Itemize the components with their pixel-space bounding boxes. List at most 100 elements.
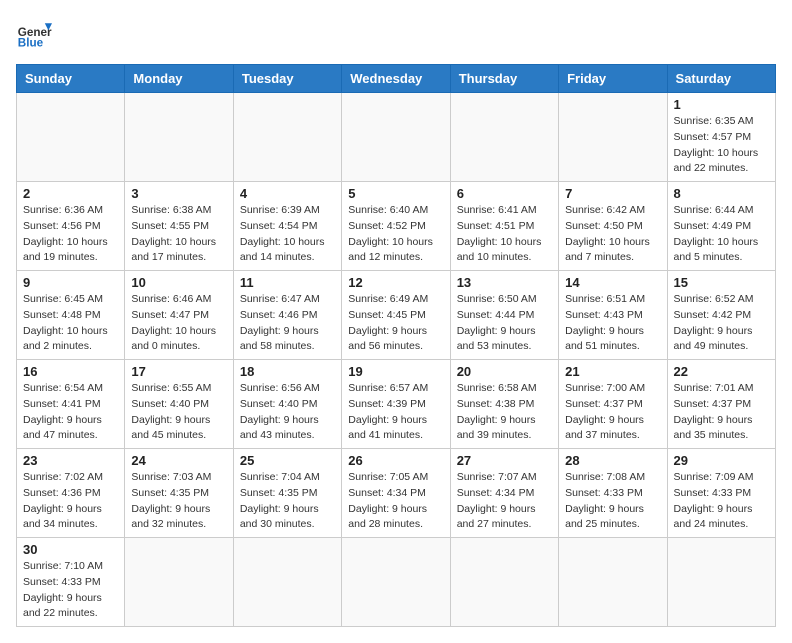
day-info: Sunrise: 6:42 AM Sunset: 4:50 PM Dayligh… (565, 203, 660, 266)
day-number: 13 (457, 275, 552, 290)
calendar-week-row: 1Sunrise: 6:35 AM Sunset: 4:57 PM Daylig… (17, 93, 776, 182)
logo: General Blue (16, 16, 52, 52)
calendar-day-cell: 21Sunrise: 7:00 AM Sunset: 4:37 PM Dayli… (559, 360, 667, 449)
day-number: 11 (240, 275, 335, 290)
day-info: Sunrise: 7:10 AM Sunset: 4:33 PM Dayligh… (23, 559, 118, 622)
calendar-header-row: SundayMondayTuesdayWednesdayThursdayFrid… (17, 65, 776, 93)
day-info: Sunrise: 6:51 AM Sunset: 4:43 PM Dayligh… (565, 292, 660, 355)
day-number: 19 (348, 364, 443, 379)
logo-icon: General Blue (16, 16, 52, 52)
calendar-day-cell: 1Sunrise: 6:35 AM Sunset: 4:57 PM Daylig… (667, 93, 775, 182)
day-number: 20 (457, 364, 552, 379)
day-number: 2 (23, 186, 118, 201)
day-number: 27 (457, 453, 552, 468)
day-number: 4 (240, 186, 335, 201)
day-info: Sunrise: 6:44 AM Sunset: 4:49 PM Dayligh… (674, 203, 769, 266)
day-info: Sunrise: 7:08 AM Sunset: 4:33 PM Dayligh… (565, 470, 660, 533)
calendar-day-cell: 4 Sunrise: 6:39 AM Sunset: 4:54 PM Daylig… (233, 182, 341, 271)
day-number: 8 (674, 186, 769, 201)
day-info: Sunrise: 6:54 AM Sunset: 4:41 PM Dayligh… (23, 381, 118, 444)
day-info: Sunrise: 7:01 AM Sunset: 4:37 PM Dayligh… (674, 381, 769, 444)
day-of-week-header: Monday (125, 65, 233, 93)
day-info: Sunrise: 6:35 AM Sunset: 4:57 PM Dayligh… (674, 114, 769, 177)
calendar-day-cell: 27Sunrise: 7:07 AM Sunset: 4:34 PM Dayli… (450, 449, 558, 538)
calendar-day-cell (450, 538, 558, 627)
day-number: 30 (23, 542, 118, 557)
day-info: Sunrise: 6:56 AM Sunset: 4:40 PM Dayligh… (240, 381, 335, 444)
calendar-day-cell: 14 Sunrise: 6:51 AM Sunset: 4:43 PM Dayli… (559, 271, 667, 360)
day-number: 29 (674, 453, 769, 468)
calendar-day-cell: 30 Sunrise: 7:10 AM Sunset: 4:33 PM Dayli… (17, 538, 125, 627)
day-of-week-header: Saturday (667, 65, 775, 93)
day-info: Sunrise: 6:50 AM Sunset: 4:44 PM Dayligh… (457, 292, 552, 355)
day-number: 15 (674, 275, 769, 290)
calendar-day-cell: 8 Sunrise: 6:44 AM Sunset: 4:49 PM Daylig… (667, 182, 775, 271)
calendar-week-row: 16Sunrise: 6:54 AM Sunset: 4:41 PM Dayli… (17, 360, 776, 449)
calendar-day-cell: 5Sunrise: 6:40 AM Sunset: 4:52 PM Daylig… (342, 182, 450, 271)
calendar-day-cell: 22 Sunrise: 7:01 AM Sunset: 4:37 PM Dayli… (667, 360, 775, 449)
calendar-day-cell: 11 Sunrise: 6:47 AM Sunset: 4:46 PM Dayli… (233, 271, 341, 360)
calendar-day-cell: 10Sunrise: 6:46 AM Sunset: 4:47 PM Dayli… (125, 271, 233, 360)
day-info: Sunrise: 6:57 AM Sunset: 4:39 PM Dayligh… (348, 381, 443, 444)
day-info: Sunrise: 6:58 AM Sunset: 4:38 PM Dayligh… (457, 381, 552, 444)
day-info: Sunrise: 7:03 AM Sunset: 4:35 PM Dayligh… (131, 470, 226, 533)
day-info: Sunrise: 6:47 AM Sunset: 4:46 PM Dayligh… (240, 292, 335, 355)
calendar-day-cell (559, 93, 667, 182)
calendar-day-cell (342, 538, 450, 627)
calendar-day-cell (233, 93, 341, 182)
day-number: 17 (131, 364, 226, 379)
day-number: 14 (565, 275, 660, 290)
day-info: Sunrise: 7:00 AM Sunset: 4:37 PM Dayligh… (565, 381, 660, 444)
calendar-day-cell (125, 93, 233, 182)
calendar-week-row: 2 Sunrise: 6:36 AM Sunset: 4:56 PM Daylig… (17, 182, 776, 271)
day-number: 5 (348, 186, 443, 201)
calendar-day-cell (233, 538, 341, 627)
day-info: Sunrise: 6:39 AM Sunset: 4:54 PM Dayligh… (240, 203, 335, 266)
day-info: Sunrise: 7:04 AM Sunset: 4:35 PM Dayligh… (240, 470, 335, 533)
svg-text:Blue: Blue (18, 37, 44, 50)
calendar-week-row: 23Sunrise: 7:02 AM Sunset: 4:36 PM Dayli… (17, 449, 776, 538)
day-of-week-header: Sunday (17, 65, 125, 93)
calendar-day-cell: 17 Sunrise: 6:55 AM Sunset: 4:40 PM Dayli… (125, 360, 233, 449)
calendar-day-cell (125, 538, 233, 627)
day-of-week-header: Tuesday (233, 65, 341, 93)
calendar-day-cell: 9Sunrise: 6:45 AM Sunset: 4:48 PM Daylig… (17, 271, 125, 360)
calendar-day-cell: 20 Sunrise: 6:58 AM Sunset: 4:38 PM Dayli… (450, 360, 558, 449)
day-info: Sunrise: 6:41 AM Sunset: 4:51 PM Dayligh… (457, 203, 552, 266)
calendar-day-cell: 29Sunrise: 7:09 AM Sunset: 4:33 PM Dayli… (667, 449, 775, 538)
day-number: 10 (131, 275, 226, 290)
day-number: 6 (457, 186, 552, 201)
day-info: Sunrise: 7:02 AM Sunset: 4:36 PM Dayligh… (23, 470, 118, 533)
day-info: Sunrise: 6:36 AM Sunset: 4:56 PM Dayligh… (23, 203, 118, 266)
calendar-day-cell (342, 93, 450, 182)
day-of-week-header: Friday (559, 65, 667, 93)
calendar-week-row: 9Sunrise: 6:45 AM Sunset: 4:48 PM Daylig… (17, 271, 776, 360)
calendar-day-cell: 7Sunrise: 6:42 AM Sunset: 4:50 PM Daylig… (559, 182, 667, 271)
calendar-day-cell: 19 Sunrise: 6:57 AM Sunset: 4:39 PM Dayli… (342, 360, 450, 449)
calendar-day-cell: 16Sunrise: 6:54 AM Sunset: 4:41 PM Dayli… (17, 360, 125, 449)
calendar-day-cell: 24 Sunrise: 7:03 AM Sunset: 4:35 PM Dayli… (125, 449, 233, 538)
calendar-day-cell: 2 Sunrise: 6:36 AM Sunset: 4:56 PM Daylig… (17, 182, 125, 271)
calendar-week-row: 30 Sunrise: 7:10 AM Sunset: 4:33 PM Dayli… (17, 538, 776, 627)
day-number: 26 (348, 453, 443, 468)
calendar-day-cell: 25 Sunrise: 7:04 AM Sunset: 4:35 PM Dayli… (233, 449, 341, 538)
day-number: 25 (240, 453, 335, 468)
day-number: 18 (240, 364, 335, 379)
day-number: 24 (131, 453, 226, 468)
day-number: 28 (565, 453, 660, 468)
day-info: Sunrise: 6:55 AM Sunset: 4:40 PM Dayligh… (131, 381, 226, 444)
calendar-day-cell: 3Sunrise: 6:38 AM Sunset: 4:55 PM Daylig… (125, 182, 233, 271)
calendar-table: SundayMondayTuesdayWednesdayThursdayFrid… (16, 64, 776, 627)
day-number: 22 (674, 364, 769, 379)
calendar-day-cell: 6 Sunrise: 6:41 AM Sunset: 4:51 PM Daylig… (450, 182, 558, 271)
calendar-day-cell (17, 93, 125, 182)
calendar-day-cell: 26 Sunrise: 7:05 AM Sunset: 4:34 PM Dayli… (342, 449, 450, 538)
day-of-week-header: Thursday (450, 65, 558, 93)
page-header: General Blue (16, 16, 776, 52)
day-info: Sunrise: 6:45 AM Sunset: 4:48 PM Dayligh… (23, 292, 118, 355)
day-number: 12 (348, 275, 443, 290)
calendar-day-cell: 15Sunrise: 6:52 AM Sunset: 4:42 PM Dayli… (667, 271, 775, 360)
day-info: Sunrise: 6:49 AM Sunset: 4:45 PM Dayligh… (348, 292, 443, 355)
day-info: Sunrise: 7:05 AM Sunset: 4:34 PM Dayligh… (348, 470, 443, 533)
day-of-week-header: Wednesday (342, 65, 450, 93)
